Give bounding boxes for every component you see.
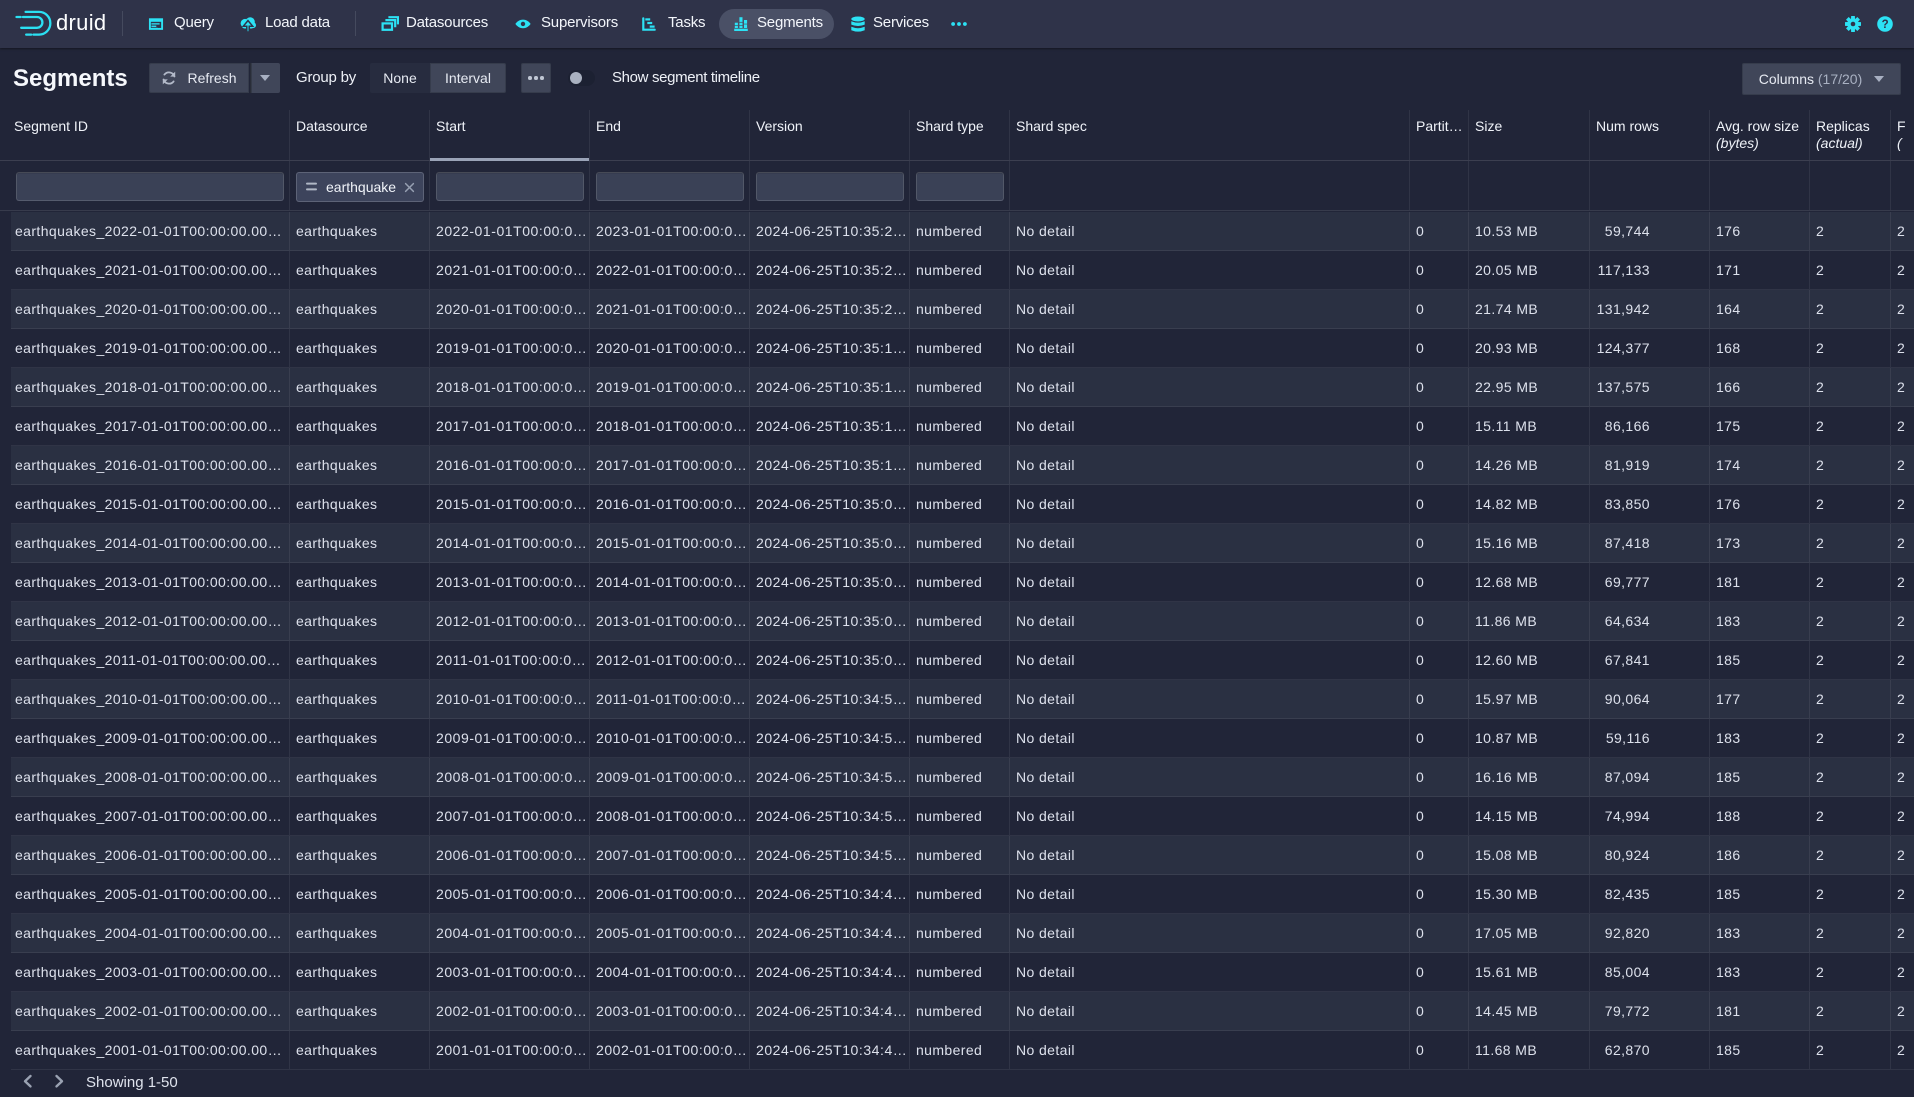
svg-text:?: ? xyxy=(1882,19,1889,31)
